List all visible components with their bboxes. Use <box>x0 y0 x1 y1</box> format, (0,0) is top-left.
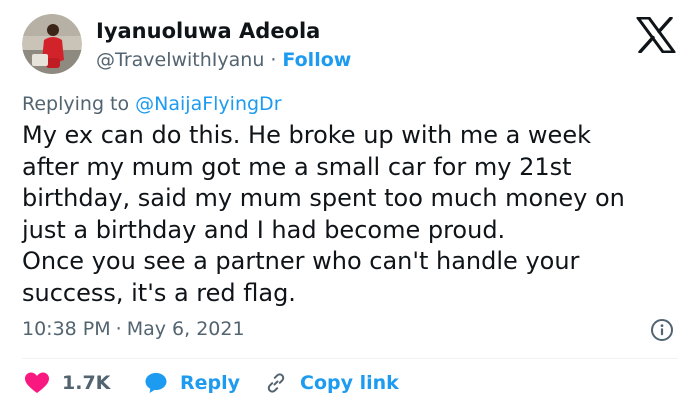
tweet-text: My ex can do this. He broke up with me a… <box>22 120 682 309</box>
timestamp-link[interactable]: 10:38 PM · May 6, 2021 <box>22 315 245 343</box>
divider <box>22 358 678 359</box>
tweet-time: 10:38 PM <box>22 318 111 340</box>
author-handle[interactable]: @TravelwithIyanu <box>96 49 264 71</box>
tweet-line: Once you see a partner who can't handle … <box>22 247 580 275</box>
follow-button[interactable]: Follow <box>282 49 351 71</box>
tweet-card: Iyanuoluwa Adeola @TravelwithIyanu · Follo… <box>0 0 700 410</box>
tweet-line: My ex can do this. He broke up with me a… <box>22 121 591 149</box>
avatar[interactable] <box>22 14 82 74</box>
replying-to-label: Replying to <box>22 93 130 115</box>
copy-link-label: Copy link <box>300 372 399 394</box>
reply-context: Replying to @NaijaFlyingDr <box>22 90 282 118</box>
author-meta: @TravelwithIyanu · Follow <box>96 46 351 74</box>
link-icon <box>264 371 288 395</box>
likes-count: 1.7K <box>62 372 111 394</box>
tweet-line: after my mum got me a small car for my 2… <box>22 152 572 181</box>
info-icon[interactable] <box>650 318 674 342</box>
tweet-line: birthday, said my mum spent too much mon… <box>22 184 625 212</box>
tweet-line: just a birthday and I had become proud. <box>22 215 506 244</box>
x-logo-icon[interactable] <box>636 16 676 54</box>
separator-dot: · <box>115 318 122 340</box>
reply-label: Reply <box>180 372 241 394</box>
tweet-date: May 6, 2021 <box>126 318 245 340</box>
speech-bubble-icon <box>144 371 168 395</box>
reply-target-link[interactable]: @NaijaFlyingDr <box>135 93 281 115</box>
copy-link-button[interactable]: Copy link <box>264 369 399 397</box>
reply-button[interactable]: Reply <box>144 369 240 397</box>
heart-icon <box>24 371 50 395</box>
separator-dot: · <box>270 49 277 71</box>
author-name[interactable]: Iyanuoluwa Adeola <box>96 17 320 45</box>
like-button[interactable]: 1.7K <box>24 369 110 397</box>
tweet-line: success, it's a red flag. <box>22 278 296 307</box>
